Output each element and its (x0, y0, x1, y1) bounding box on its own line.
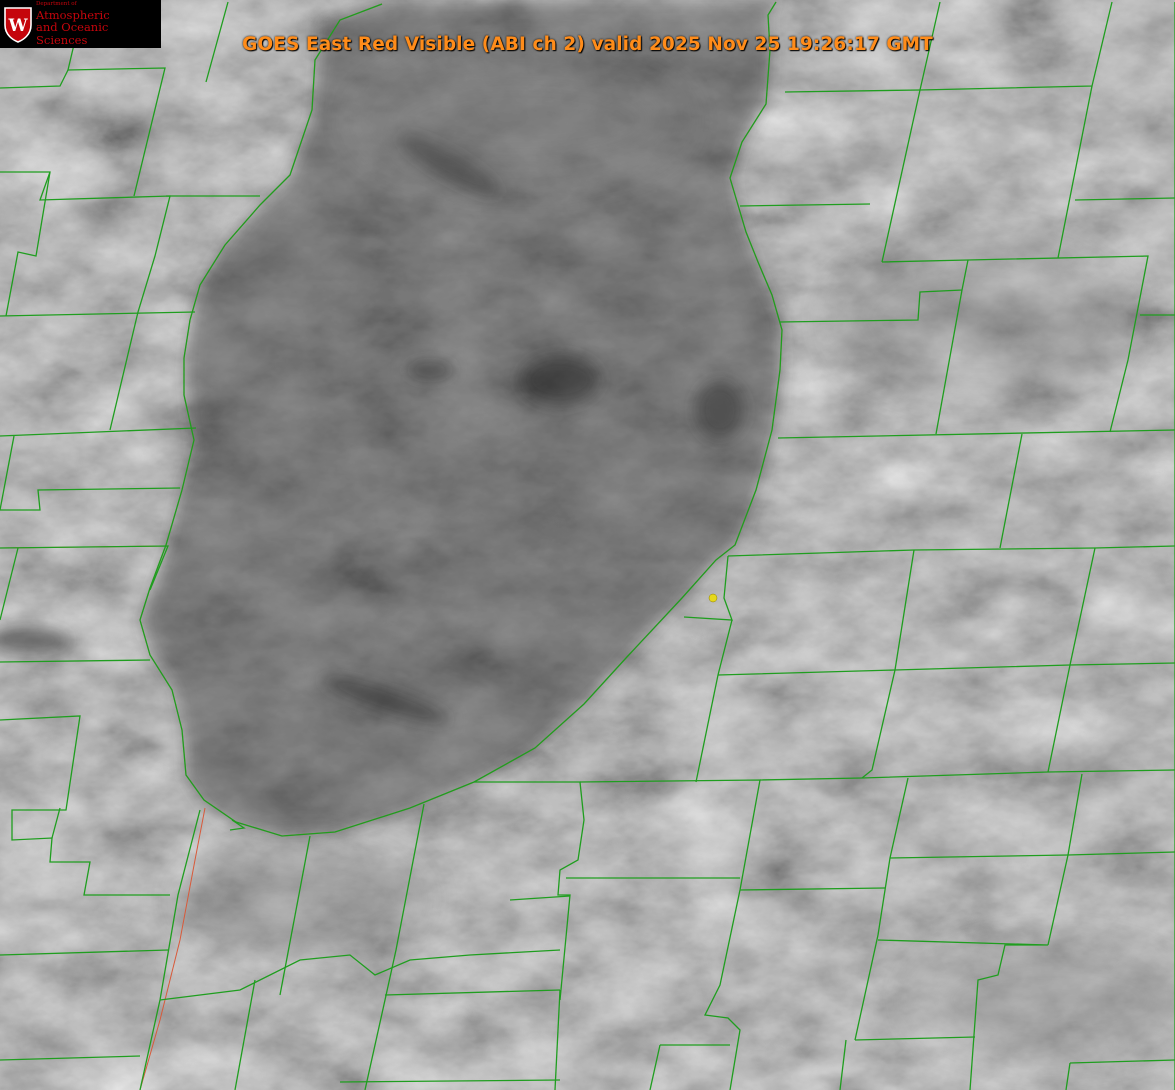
logo-text: Department of Atmospheric and Oceanic Sc… (36, 1, 161, 47)
svg-text:W: W (7, 16, 28, 36)
location-marker (708, 593, 718, 603)
uw-crest-icon: W (4, 7, 32, 43)
satellite-map (0, 0, 1175, 1090)
logo-department: Department of (36, 1, 77, 7)
satellite-viewer: W Department of Atmospheric and Oceanic … (0, 0, 1175, 1090)
uw-aos-logo[interactable]: W Department of Atmospheric and Oceanic … (0, 0, 161, 48)
logo-line-2: and Oceanic Sciences (36, 20, 109, 47)
